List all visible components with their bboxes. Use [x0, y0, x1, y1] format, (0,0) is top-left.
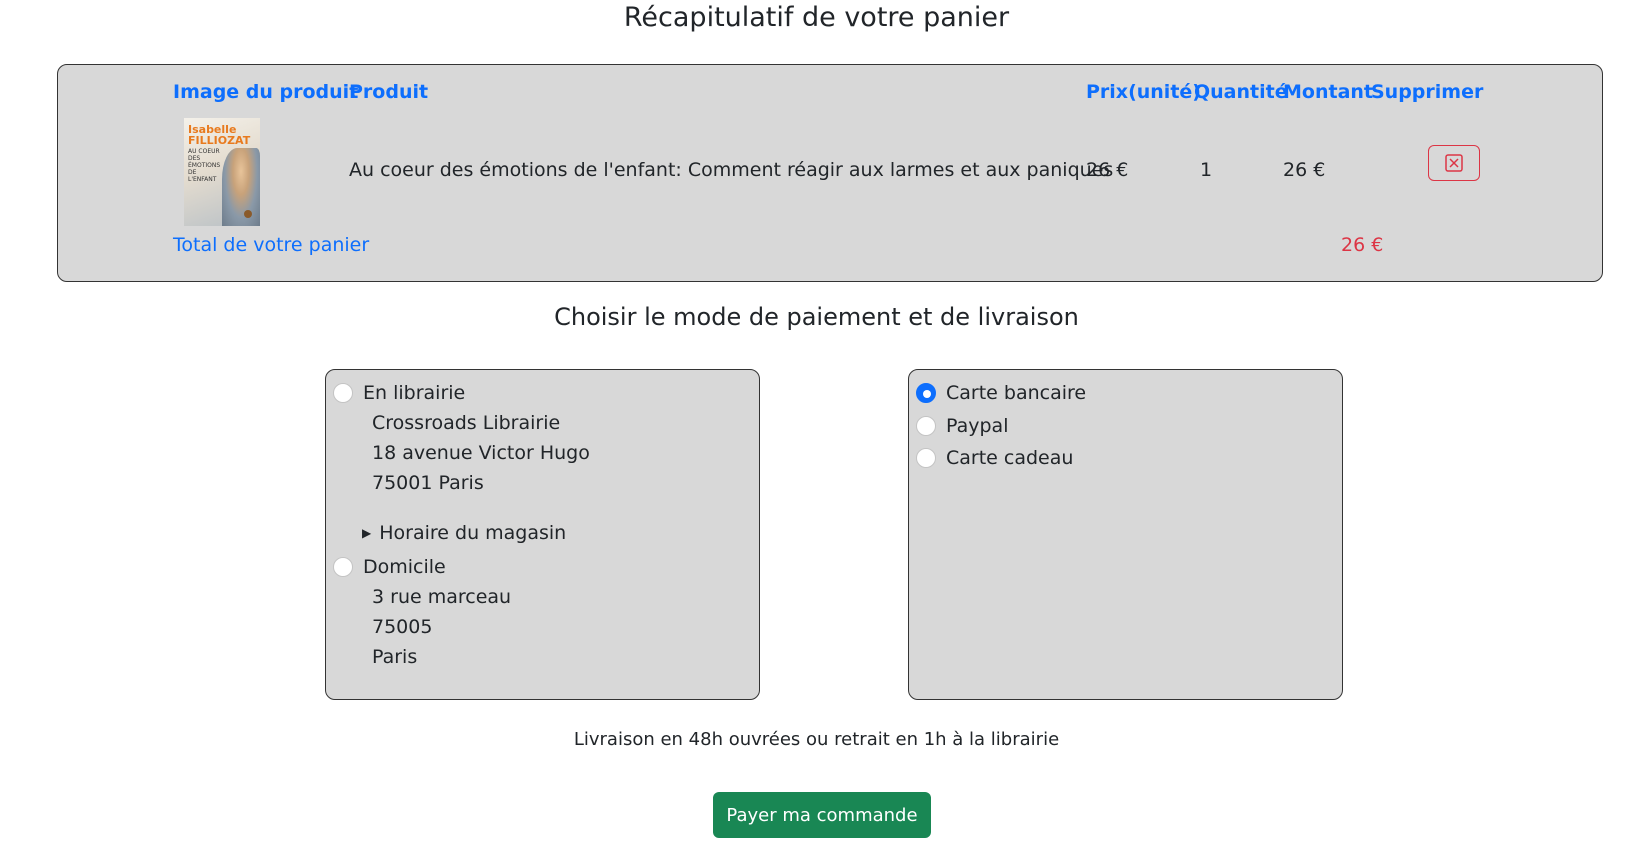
home-address-zip: 75005	[372, 616, 433, 638]
header-product: Produit	[349, 81, 429, 103]
store-address-name: Crossroads Librairie	[372, 412, 561, 434]
x-square-icon	[1445, 154, 1463, 172]
product-name: Au coeur des émotions de l'enfant: Comme…	[349, 159, 1114, 181]
options-title: Choisir le mode de paiement et de livrai…	[554, 303, 1079, 331]
cart-summary-table: Image du produit Produit Prix(unité) Qua…	[57, 64, 1603, 282]
home-address-street: 3 rue marceau	[372, 586, 512, 608]
header-quantity: Quantité	[1194, 81, 1288, 103]
payment-giftcard-option[interactable]: Carte cadeau	[916, 447, 1073, 469]
store-address-city: 75001 Paris	[372, 472, 484, 494]
delivery-home-radio[interactable]	[333, 557, 353, 577]
cover-illustration	[222, 148, 260, 226]
delivery-store-option[interactable]: En librairie	[333, 382, 465, 404]
delivery-home-option[interactable]: Domicile	[333, 556, 446, 578]
delivery-note: Livraison en 48h ouvrées ou retrait en 1…	[573, 729, 1060, 750]
cover-title: AU COEUR DES ÉMOTIONS DE L'ENFANT	[188, 148, 221, 183]
store-address-street: 18 avenue Victor Hugo	[372, 442, 590, 464]
store-hours-label: Horaire du magasin	[379, 522, 567, 544]
disclosure-triangle-icon: ▶	[362, 526, 372, 540]
publisher-logo	[244, 210, 252, 218]
payment-giftcard-label: Carte cadeau	[946, 447, 1074, 469]
cover-author: Isabelle FILLIOZAT	[188, 123, 251, 147]
home-address-city: Paris	[372, 646, 418, 668]
payment-giftcard-radio[interactable]	[916, 448, 936, 468]
pay-order-button[interactable]: Payer ma commande	[713, 792, 931, 838]
store-hours-toggle[interactable]: ▶ Horaire du magasin	[362, 522, 566, 544]
payment-card-label: Carte bancaire	[946, 382, 1087, 404]
payment-options-panel: Carte bancaire Paypal Carte cadeau	[908, 369, 1343, 700]
page-title: Récapitulatif de votre panier	[623, 2, 1010, 33]
payment-paypal-option[interactable]: Paypal	[916, 415, 1008, 437]
product-amount: 26 €	[1283, 159, 1326, 181]
payment-paypal-label: Paypal	[946, 415, 1009, 437]
cart-total-value: 26 €	[1341, 234, 1384, 256]
header-product-image: Image du produit	[173, 81, 359, 103]
cart-total-label: Total de votre panier	[173, 234, 370, 256]
payment-card-radio[interactable]	[916, 383, 936, 403]
header-amount: Montant	[1283, 81, 1373, 103]
product-quantity: 1	[1200, 159, 1213, 181]
product-image: Isabelle FILLIOZAT AU COEUR DES ÉMOTIONS…	[184, 118, 260, 226]
delivery-store-label: En librairie	[363, 382, 466, 404]
payment-card-option[interactable]: Carte bancaire	[916, 382, 1086, 404]
delivery-store-radio[interactable]	[333, 383, 353, 403]
payment-paypal-radio[interactable]	[916, 416, 936, 436]
delivery-home-label: Domicile	[363, 556, 446, 578]
delete-item-button[interactable]	[1428, 145, 1480, 181]
delivery-options-panel: En librairie Crossroads Librairie 18 ave…	[325, 369, 760, 700]
product-unit-price: 26 €	[1086, 159, 1129, 181]
header-delete: Supprimer	[1371, 81, 1484, 103]
header-unit-price: Prix(unité)	[1086, 81, 1201, 103]
